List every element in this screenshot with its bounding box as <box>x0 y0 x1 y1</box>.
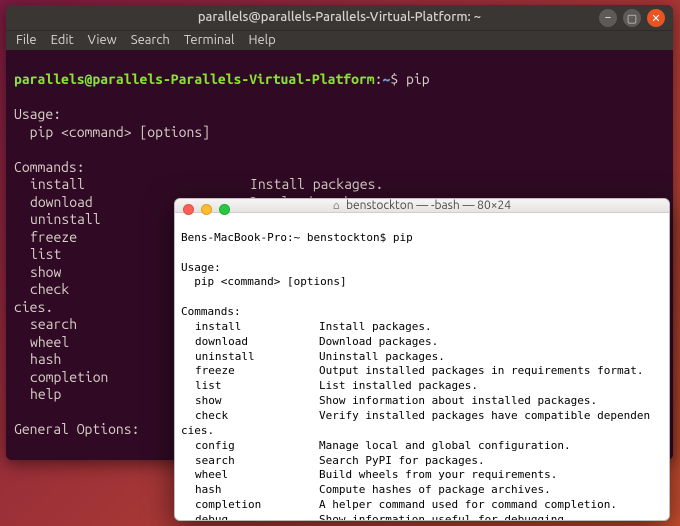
menu-search[interactable]: Search <box>131 33 170 47</box>
ubuntu-prompt-user: parallels@parallels-Parallels-Virtual-Pl… <box>14 71 375 87</box>
command-row: hashCompute hashes of package archives. <box>181 483 663 498</box>
ubuntu-title: parallels@parallels-Parallels-Virtual-Pl… <box>198 10 481 24</box>
command-name: freeze <box>181 364 319 379</box>
maximize-button[interactable]: ▢ <box>623 9 641 27</box>
close-button[interactable] <box>183 204 194 215</box>
command-name: list <box>181 379 319 394</box>
command-desc: Install packages. <box>250 176 383 194</box>
command-row: wheelBuild wheels from your requirements… <box>181 468 663 483</box>
command-desc: Show information about installed package… <box>319 394 663 409</box>
command-row: installInstall packages. <box>14 176 665 194</box>
command-desc: A helper command used for command comple… <box>319 498 663 513</box>
command-desc: Show information useful for debugging. <box>319 513 663 521</box>
command-row: configManage local and global configurat… <box>181 439 663 454</box>
command-row: checkVerify installed packages have comp… <box>181 409 663 424</box>
ubuntu-titlebar[interactable]: parallels@parallels-Parallels-Virtual-Pl… <box>6 5 673 30</box>
menu-view[interactable]: View <box>88 33 117 47</box>
command-name: search <box>181 454 319 469</box>
ubuntu-command: pip <box>406 71 430 87</box>
mac-titlebar[interactable]: ⌂ benstockton — -bash — 80×24 <box>175 199 669 213</box>
command-name: show <box>181 394 319 409</box>
minimize-button[interactable] <box>201 204 212 215</box>
command-row: installInstall packages. <box>181 320 663 335</box>
home-icon: ⌂ <box>333 199 340 212</box>
command-name: debug <box>181 513 319 521</box>
command-row: debugShow information useful for debuggi… <box>181 513 663 521</box>
command-row: searchSearch PyPI for packages. <box>181 454 663 469</box>
command-row: listList installed packages. <box>181 379 663 394</box>
menu-file[interactable]: File <box>16 33 37 47</box>
command-name: wheel <box>181 468 319 483</box>
command-name: download <box>181 335 319 350</box>
command-name: hash <box>181 483 319 498</box>
command-desc: Manage local and global configuration. <box>319 439 663 454</box>
ubuntu-window-controls: – ▢ ✕ <box>599 9 665 27</box>
command-desc: Uninstall packages. <box>319 350 663 365</box>
command-row: uninstallUninstall packages. <box>181 350 663 365</box>
menu-terminal[interactable]: Terminal <box>184 33 235 47</box>
mac-title: benstockton — -bash — 80×24 <box>346 199 511 212</box>
command-name: completion <box>181 498 319 513</box>
command-desc: Output installed packages in requirement… <box>319 364 663 379</box>
mac-window-controls <box>183 204 230 215</box>
command-row: completionA helper command used for comm… <box>181 498 663 513</box>
ubuntu-wrap: cies. <box>14 299 53 315</box>
ubuntu-prompt-symbol: $ <box>390 71 398 87</box>
command-name: install <box>181 320 319 335</box>
menu-help[interactable]: Help <box>248 33 275 47</box>
ubuntu-commands-header: Commands: <box>14 159 85 175</box>
mac-terminal-window: ⌂ benstockton — -bash — 80×24 Bens-MacBo… <box>174 198 670 521</box>
ubuntu-menubar: File Edit View Search Terminal Help <box>6 30 673 50</box>
ubuntu-usage-header: Usage: <box>14 106 61 122</box>
command-desc: Download packages. <box>319 335 663 350</box>
command-name: uninstall <box>181 350 319 365</box>
command-row: showShow information about installed pac… <box>181 394 663 409</box>
command-name: check <box>181 409 319 424</box>
mac-terminal-body[interactable]: Bens-MacBook-Pro:~ benstockton$ pip Usag… <box>175 213 669 521</box>
command-row: downloadDownload packages. <box>181 335 663 350</box>
command-desc: List installed packages. <box>319 379 663 394</box>
mac-commands-header: Commands: <box>181 305 241 318</box>
command-name: install <box>14 176 250 194</box>
mac-usage-header: Usage: <box>181 261 221 274</box>
command-desc: Build wheels from your requirements. <box>319 468 663 483</box>
command-desc: Install packages. <box>319 320 663 335</box>
maximize-button[interactable] <box>219 204 230 215</box>
command-name: config <box>181 439 319 454</box>
mac-usage-line: pip <command> [options] <box>181 275 347 288</box>
mac-prompt: Bens-MacBook-Pro:~ benstockton$ <box>181 231 393 244</box>
close-button[interactable]: ✕ <box>647 9 665 27</box>
command-desc: Search PyPI for packages. <box>319 454 663 469</box>
ubuntu-general-header: General Options: <box>14 421 139 437</box>
ubuntu-usage-line: pip <command> [options] <box>14 124 210 140</box>
mac-command: pip <box>393 231 413 244</box>
command-desc: Compute hashes of package archives. <box>319 483 663 498</box>
menu-edit[interactable]: Edit <box>51 33 74 47</box>
minimize-button[interactable]: – <box>599 9 617 27</box>
command-desc: Verify installed packages have compatibl… <box>319 409 663 424</box>
command-row: freezeOutput installed packages in requi… <box>181 364 663 379</box>
mac-wrap: cies. <box>181 424 214 437</box>
